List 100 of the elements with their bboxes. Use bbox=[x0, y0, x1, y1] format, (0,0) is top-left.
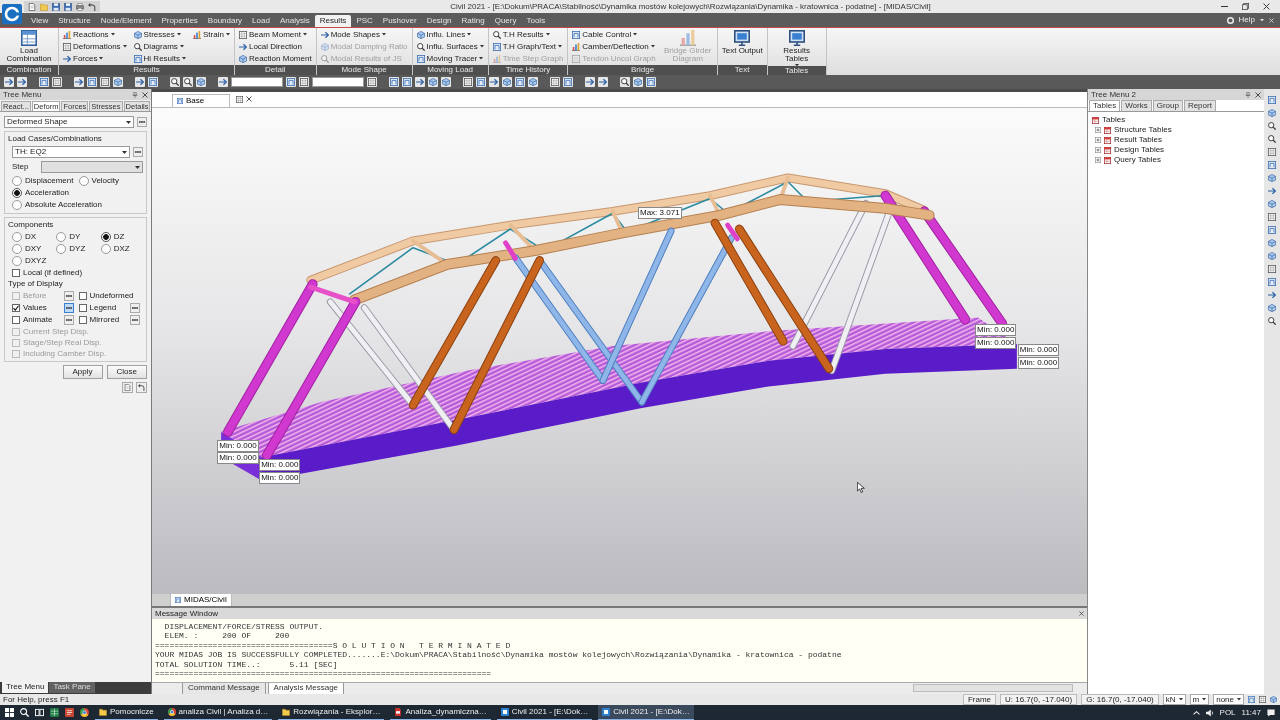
ribbon-button[interactable]: Mode Shapes bbox=[319, 29, 409, 40]
radio-button[interactable] bbox=[12, 188, 22, 198]
toolbar-button[interactable] bbox=[170, 77, 180, 87]
ribbon-tab[interactable]: Pushover bbox=[377, 15, 422, 27]
quick-access-button[interactable] bbox=[64, 2, 72, 11]
tree-item[interactable]: Tables bbox=[1102, 116, 1126, 124]
frame-icon[interactable] bbox=[1248, 696, 1255, 703]
grid-icon[interactable] bbox=[236, 96, 243, 103]
ribbon-tab[interactable]: Rating bbox=[456, 15, 490, 27]
message-icon[interactable] bbox=[1267, 708, 1275, 717]
close-icon[interactable] bbox=[1079, 611, 1084, 616]
checkbox[interactable] bbox=[78, 304, 87, 312]
toolbar-button[interactable] bbox=[476, 77, 486, 87]
minimize-icon[interactable] bbox=[1221, 5, 1228, 8]
restore-icon[interactable] bbox=[1242, 3, 1249, 10]
ribbon-button[interactable]: Deformations bbox=[62, 41, 128, 52]
toolbar-button[interactable] bbox=[74, 77, 84, 87]
ribbon-button[interactable]: Strain bbox=[192, 29, 231, 40]
radio-button[interactable] bbox=[12, 200, 22, 210]
ribbon-tab[interactable]: Query bbox=[489, 15, 522, 27]
radio-button[interactable] bbox=[12, 244, 22, 254]
dialog-button[interactable]: Apply bbox=[62, 365, 103, 379]
tool-button[interactable] bbox=[122, 382, 133, 393]
toolbar-button[interactable] bbox=[148, 77, 158, 87]
dialog-button[interactable]: Close bbox=[106, 365, 147, 379]
toolbar-button[interactable] bbox=[1267, 160, 1277, 170]
toolbar-button[interactable] bbox=[100, 77, 110, 87]
checkbox[interactable] bbox=[12, 316, 20, 324]
ribbon-button[interactable]: T.H Results bbox=[491, 29, 565, 40]
help-menu[interactable]: Help bbox=[1238, 16, 1255, 24]
close-icon[interactable] bbox=[1263, 3, 1270, 10]
toolbar-button[interactable] bbox=[563, 77, 573, 87]
clock-text[interactable]: 11:47 bbox=[1241, 708, 1261, 717]
tool-button[interactable] bbox=[136, 382, 147, 393]
ribbon-button[interactable]: Camber/Deflection bbox=[571, 41, 657, 52]
options-button[interactable] bbox=[137, 117, 147, 127]
ribbon-button[interactable]: Beam Moment bbox=[237, 29, 313, 40]
tree-item[interactable]: Design Tables bbox=[1114, 146, 1165, 154]
tree-item[interactable]: Result Tables bbox=[1114, 136, 1162, 144]
quick-access-button[interactable] bbox=[76, 2, 84, 11]
checkbox[interactable] bbox=[78, 316, 87, 324]
taskbar-app[interactable]: Pomocnicze bbox=[95, 705, 158, 720]
toolbar-button[interactable] bbox=[598, 77, 608, 87]
options-button[interactable] bbox=[63, 315, 74, 325]
taskbar-app[interactable]: Civil 2021 - [E:\Dok… bbox=[496, 705, 593, 720]
toolbar-button[interactable] bbox=[1267, 147, 1277, 157]
ribbon-button[interactable]: Influ. Lines bbox=[415, 29, 485, 40]
ribbon-button[interactable]: Influ. Surfaces bbox=[415, 41, 485, 52]
plus-box-icon[interactable] bbox=[1095, 147, 1101, 153]
toolbar-button[interactable] bbox=[515, 77, 525, 87]
taskbar-app[interactable]: Rozwiązania - Eksplor… bbox=[278, 705, 385, 720]
unit-dropdown[interactable]: none bbox=[1213, 694, 1244, 705]
toolbar-button[interactable] bbox=[620, 77, 630, 87]
radio-button[interactable] bbox=[12, 256, 22, 266]
panel-tab[interactable]: Report bbox=[1183, 100, 1216, 111]
horizontal-scrollbar[interactable] bbox=[913, 684, 1073, 692]
toolbar-button[interactable] bbox=[367, 77, 377, 87]
panel-tab[interactable]: Tables bbox=[1089, 100, 1121, 111]
ribbon-button[interactable]: Load Combination bbox=[3, 29, 55, 63]
radio-button[interactable] bbox=[56, 244, 67, 254]
panel-tab[interactable]: Group bbox=[1152, 100, 1183, 111]
radio-button[interactable] bbox=[78, 176, 89, 186]
toolbar-button[interactable] bbox=[489, 77, 499, 87]
document-tab[interactable]: Base bbox=[172, 94, 230, 107]
toolbar-button[interactable] bbox=[646, 77, 656, 87]
toolbar-button[interactable] bbox=[550, 77, 560, 87]
options-button[interactable] bbox=[133, 147, 143, 157]
dropdown[interactable]: Deformed Shape bbox=[4, 116, 134, 128]
toolbar-button[interactable] bbox=[135, 77, 145, 87]
radio-button[interactable] bbox=[12, 232, 22, 242]
close-icon[interactable] bbox=[1255, 91, 1261, 98]
toolbar-button[interactable] bbox=[1267, 212, 1277, 222]
radio-button[interactable] bbox=[56, 232, 67, 242]
close-icon[interactable] bbox=[142, 91, 148, 98]
ribbon-button[interactable]: Reactions bbox=[62, 29, 128, 40]
ribbon-tab[interactable]: Tools bbox=[521, 15, 551, 27]
ribbon-button[interactable]: Local Direction bbox=[237, 41, 313, 52]
checkbox[interactable] bbox=[78, 292, 87, 300]
checkbox[interactable] bbox=[12, 269, 20, 277]
plus-box-icon[interactable] bbox=[1095, 137, 1101, 143]
ribbon-tab[interactable]: Results bbox=[314, 15, 352, 27]
ribbon-tab[interactable]: View bbox=[26, 15, 54, 27]
toolbar-button[interactable] bbox=[585, 77, 595, 87]
radio-button[interactable] bbox=[100, 244, 111, 254]
ribbon-button[interactable]: Diagrams bbox=[132, 41, 188, 52]
tree-item[interactable]: Structure Tables bbox=[1114, 126, 1172, 134]
language-indicator[interactable]: POL bbox=[1219, 708, 1236, 717]
plus-box-icon[interactable] bbox=[1095, 157, 1101, 163]
ribbon-tab[interactable]: Load bbox=[247, 15, 275, 27]
combo-field[interactable] bbox=[231, 77, 283, 87]
ribbon-tab[interactable]: Design bbox=[421, 15, 457, 27]
chevron-up-icon[interactable] bbox=[1192, 710, 1200, 715]
ribbon-tab[interactable]: PSC bbox=[351, 15, 378, 27]
ribbon-tab[interactable]: Node/Element bbox=[95, 15, 157, 27]
options-button[interactable] bbox=[130, 315, 140, 325]
spreadsheet-icon[interactable] bbox=[50, 708, 59, 717]
combo-field[interactable] bbox=[312, 77, 364, 87]
toolbar-button[interactable] bbox=[1267, 264, 1277, 274]
panel-tab[interactable]: Task Pane bbox=[49, 682, 95, 693]
document-icon[interactable] bbox=[65, 708, 74, 717]
